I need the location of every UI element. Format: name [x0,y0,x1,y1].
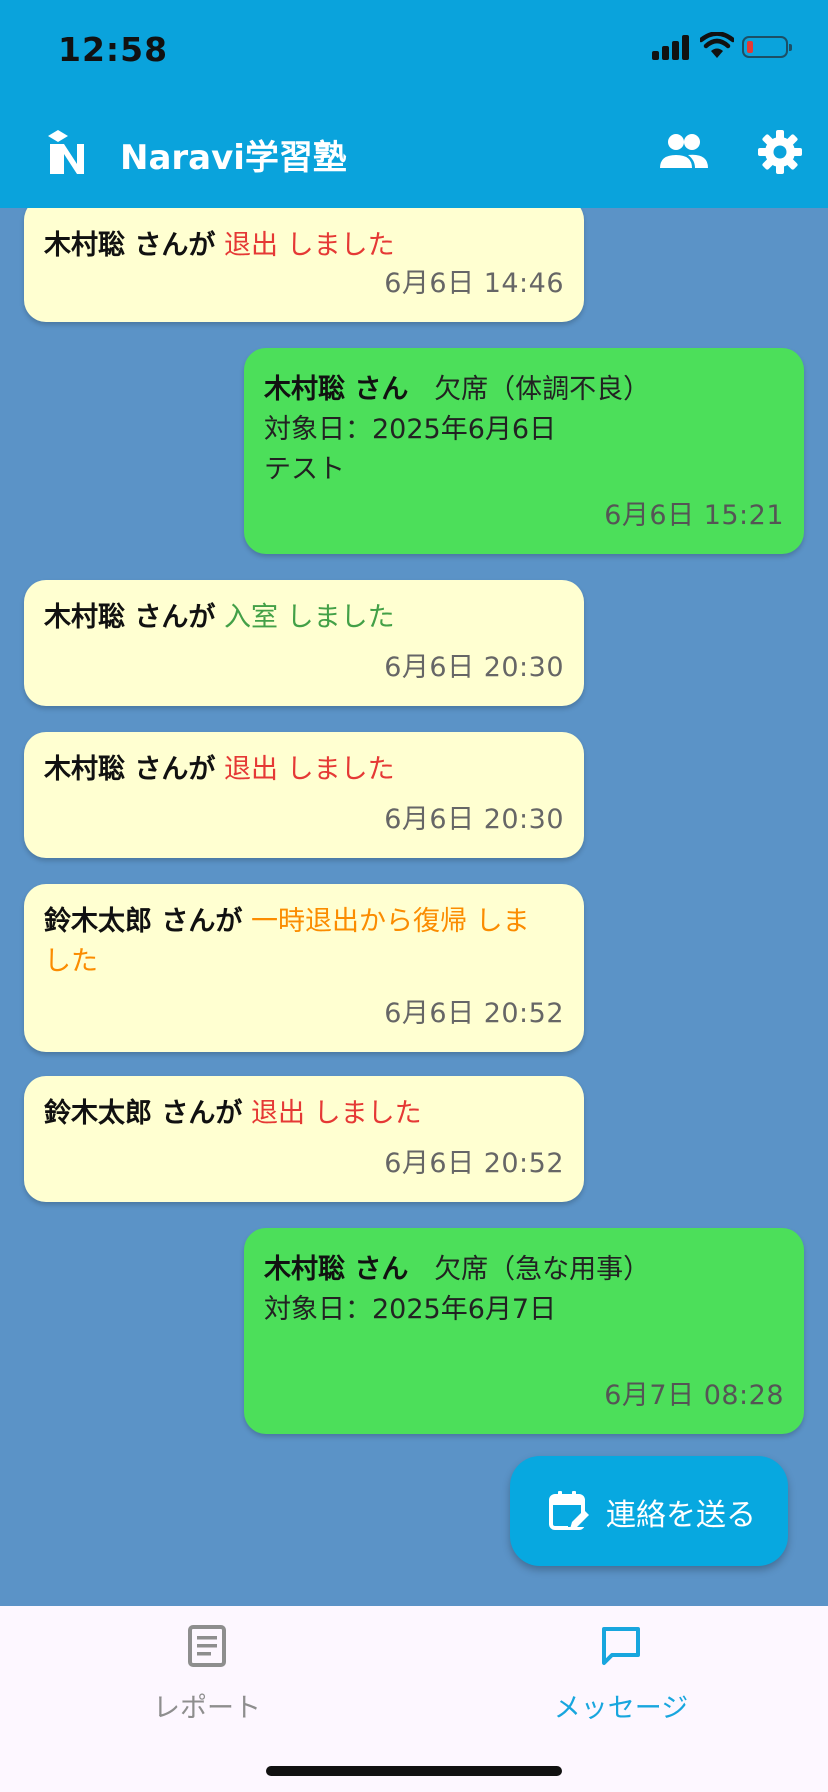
chat-icon [602,1627,640,1665]
student-name: 木村聡 さん [264,1254,409,1285]
action-text: 入室 しました [224,602,395,633]
message-bubble-received: 鈴木太郎 さんが 退出 しました 6月6日 20:52 [24,1076,584,1202]
message-bubble-received: 木村聡 さんが 退出 しました 6月6日 20:30 [24,732,584,858]
target-date: 対象日：2025年6月7日 [264,1294,557,1325]
message-bubble-sent: 木村聡 さん 欠席（急な用事） 対象日：2025年6月7日 6月7日 08:28 [244,1228,804,1434]
home-indicator [266,1766,562,1776]
nav-item-message[interactable]: メッセージ [414,1606,828,1746]
message-list[interactable]: 木村聡 さんが 退出 しました 6月6日 14:46 木村聡 さん 欠席（体調不… [0,208,828,1606]
student-name: 木村聡 さんが [44,602,216,633]
student-name: 鈴木太郎 さんが [44,1098,243,1129]
message-bubble-sent: 木村聡 さん 欠席（体調不良） 対象日：2025年6月6日 テスト 6月6日 1… [244,348,804,554]
message-timestamp: 6月6日 20:52 [384,998,564,1029]
status-time: 12:58 [58,30,169,69]
battery-icon [742,36,792,58]
bottom-navigation: レポート メッセージ [0,1606,828,1792]
wifi-icon [700,32,734,58]
message-timestamp: 6月7日 08:28 [604,1380,784,1411]
student-name: 木村聡 さん [264,374,409,405]
message-timestamp: 6月6日 20:52 [384,1148,564,1179]
people-icon[interactable] [660,132,708,172]
action-text: 一時退出から復帰 しま [251,906,530,937]
app-header: 12:58 Naravi学習塾 [0,0,828,208]
message-timestamp: 6月6日 14:46 [384,268,564,299]
signal-icon [652,34,694,60]
action-text-continued: した [44,946,98,977]
message-bubble-received: 木村聡 さんが 入室 しました 6月6日 20:30 [24,580,584,706]
send-contact-label: 連絡を送る [606,1498,756,1533]
absence-status: 欠席（体調不良） [434,374,651,405]
gear-icon[interactable] [758,130,802,174]
action-text: 退出 しました [251,1098,422,1129]
nav-item-report[interactable]: レポート [0,1606,414,1746]
student-name: 木村聡 さんが [44,230,216,261]
absence-status: 欠席（急な用事） [434,1254,651,1285]
nav-label-report: レポート [153,1693,261,1724]
message-timestamp: 6月6日 20:30 [384,652,564,683]
app-title: Naravi学習塾 [120,138,347,178]
message-note: テスト [264,454,345,485]
target-date: 対象日：2025年6月6日 [264,414,557,445]
naravi-logo-icon [48,130,84,174]
message-timestamp: 6月6日 20:30 [384,804,564,835]
report-icon [188,1625,226,1667]
message-bubble-received: 木村聡 さんが 退出 しました 6月6日 14:46 [24,208,584,322]
student-name: 木村聡 さんが [44,754,216,785]
action-text: 退出 しました [224,754,395,785]
calendar-edit-icon [549,1491,590,1530]
nav-label-message: メッセージ [553,1693,689,1724]
student-name: 鈴木太郎 さんが [44,906,243,937]
message-bubble-received: 鈴木太郎 さんが 一時退出から復帰 しま した 6月6日 20:52 [24,884,584,1052]
action-text: 退出 しました [224,230,395,261]
send-contact-button[interactable]: 連絡を送る [510,1456,788,1566]
message-timestamp: 6月6日 15:21 [604,500,784,531]
